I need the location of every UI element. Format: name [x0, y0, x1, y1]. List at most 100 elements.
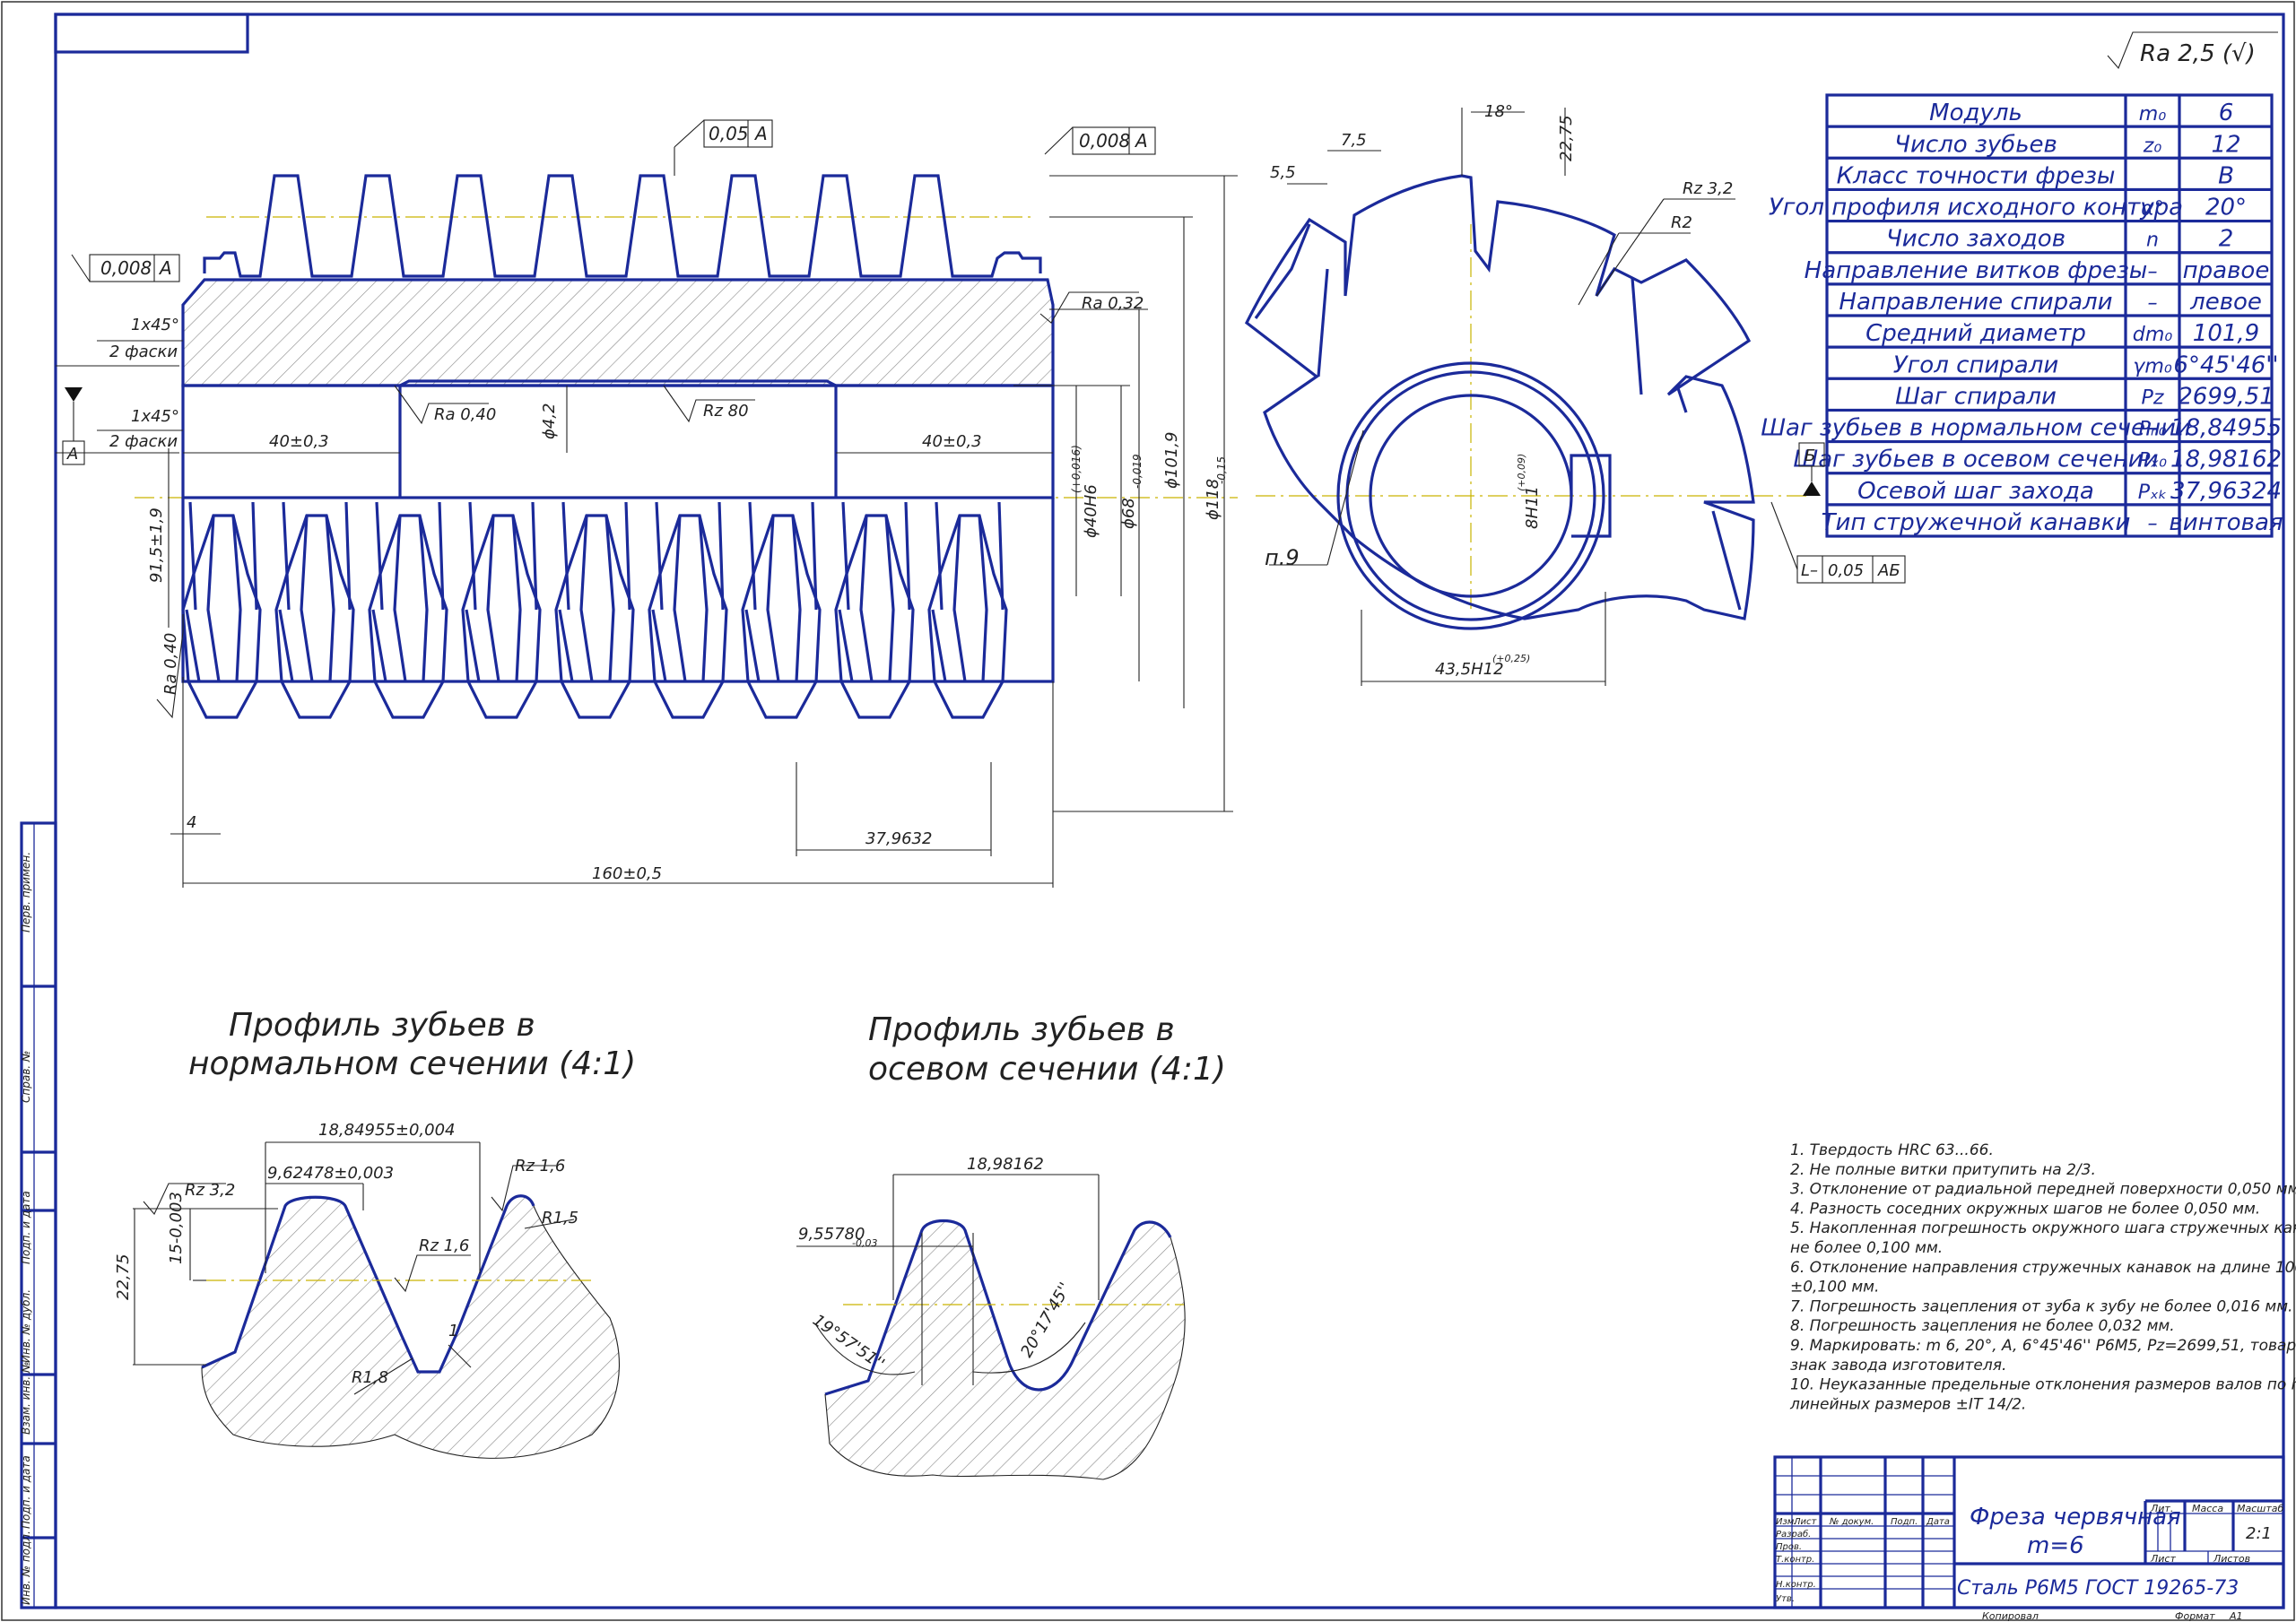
note-line: 3. Отклонение от радиальной передней пов…	[1790, 1181, 2296, 1199]
chamfer1b: 2 фаски	[109, 343, 178, 361]
helical-tooth	[927, 514, 1008, 719]
helical-tooth	[741, 514, 822, 719]
strip-label: Взам. инв. №	[20, 1362, 32, 1435]
note-line: 10. Неуказанные предельные отклонения ра…	[1790, 1376, 2296, 1394]
profile-axial-title2: осевом сечении (4:1)	[868, 1051, 1226, 1088]
tol3-value: 0,008	[100, 257, 152, 279]
dim-55: 5,5	[1270, 163, 1296, 182]
parameter-table: Модуль m₀ 6 Число зубьев z₀ 12 Класс точности …	[1761, 93, 2283, 538]
note-line: 4. Разность соседних окружных шагов не б…	[1790, 1200, 2260, 1218]
param-value: 18,84955	[2170, 415, 2282, 442]
tol3-base: A	[158, 257, 172, 279]
thread-profile	[203, 174, 1042, 278]
ra040: Ra 0,40	[434, 405, 496, 424]
pa-half-tol: -0,03	[852, 1237, 877, 1249]
stamp-material: Сталь Р6М5 ГОСТ 19265-73	[1957, 1577, 2239, 1600]
pn-r15: R1,5	[542, 1209, 578, 1227]
param-symbol: Pz	[2142, 386, 2164, 409]
param-symbol: –	[2147, 260, 2157, 283]
stamp-title1: Фреза червячная	[1970, 1504, 2181, 1531]
strip-label: Подп. и дата	[20, 1191, 32, 1264]
helical-tooth	[274, 514, 355, 719]
note-line: 6. Отклонение направления стружечных кан…	[1790, 1259, 2296, 1277]
param-name: Число зубьев	[1894, 131, 2057, 158]
stamp-podp: Подп.	[1891, 1517, 1918, 1527]
stamp-format: Формат	[2175, 1610, 2215, 1622]
drawing-sheet: Перв. примен. Справ. № Подп. и дата Инв.…	[1, 1, 2296, 1622]
pn-rz16b: Rz 1,6	[515, 1157, 565, 1175]
roughness-text: Ra 2,5 (√)	[2140, 40, 2256, 67]
pn-half: 9,62478±0,003	[267, 1164, 394, 1183]
chamfer1: 1x45°	[131, 316, 179, 334]
param-value: 18,98162	[2170, 447, 2282, 473]
profile-normal-title1: Профиль зубьев в	[229, 1007, 535, 1044]
note-line: линейных размеров ±IT 14/2.	[1789, 1395, 2026, 1413]
runout-base: АБ	[1877, 561, 1900, 580]
stamp-format-val: A1	[2229, 1610, 2243, 1622]
stamp-scale: Масштаб	[2237, 1503, 2283, 1514]
stamp-prov: Пров.	[1776, 1542, 1802, 1552]
param-symbol: α°	[2141, 197, 2164, 221]
param-symbol: m₀	[2139, 102, 2167, 126]
strip-label: Подп. и дата	[20, 1455, 32, 1529]
pn-r18: R1,8	[352, 1368, 388, 1387]
helical-tooth	[461, 514, 542, 719]
pn-one: 1	[448, 1322, 458, 1340]
lower-teeth	[181, 501, 1008, 719]
param-symbol: Pₓₖ	[2138, 481, 2168, 504]
profile-axial	[796, 1174, 1186, 1480]
key-width: 8H11	[1523, 486, 1542, 529]
base-a: A	[66, 445, 78, 464]
param-name: Шаг зубьев в осевом сечении	[1793, 447, 2158, 473]
end-view-labels: 18° 22,75 7,5 5,5 Rz 3,2 R2 Б 8H11 (+0,0…	[1265, 102, 1900, 679]
rz32: Rz 3,2	[1683, 179, 1733, 198]
param-symbol: –	[2147, 512, 2157, 535]
ra032: Ra 0,32	[1082, 294, 1144, 313]
total-length: 160±0,5	[592, 864, 662, 883]
dim-75: 7,5	[1341, 131, 1367, 150]
pn-h15: 15-0,003	[167, 1192, 186, 1264]
param-value: 37,96324	[2170, 478, 2282, 505]
param-name: Шаг зубьев в нормальном сечении	[1761, 415, 2191, 442]
d91: 91,5±1,9	[147, 507, 166, 583]
d68-tol: -0,019	[1131, 454, 1144, 489]
stamp-kopiroval: Копировал	[1982, 1610, 2039, 1622]
len-left: 40±0,3	[269, 432, 329, 451]
angle-18: 18°	[1484, 102, 1513, 121]
stamp-sheet: Лист	[2150, 1553, 2176, 1565]
param-value: 101,9	[2193, 320, 2259, 347]
len-right: 40±0,3	[922, 432, 982, 451]
param-name: Шаг спирали	[1895, 383, 2057, 410]
stamp-tkontr: Т.контр.	[1776, 1555, 1814, 1565]
profile-normal-title2: нормальном сечении (4:1)	[188, 1045, 636, 1082]
note-line: 5. Накопленная погрешность окружного шаг…	[1790, 1219, 2296, 1237]
stamp-ndoc: № докум.	[1829, 1517, 1874, 1527]
param-name: Осевой шаг захода	[1857, 478, 2094, 505]
strip-label: Перв. примен.	[20, 852, 32, 932]
param-value: 20°	[2205, 195, 2247, 221]
rz80: Rz 80	[703, 402, 749, 421]
param-symbol: γm₀	[2133, 354, 2172, 377]
stamp-utv: Утв.	[1776, 1594, 1795, 1604]
param-name: Класс точности фрезы	[1837, 162, 2116, 189]
r2: R2	[1671, 213, 1692, 232]
tol1-value: 0,05	[709, 123, 749, 144]
stamp-razrab: Разраб.	[1776, 1529, 1811, 1540]
param-name: Угол профиля исходного контура	[1769, 195, 2183, 221]
base-b: Б	[1805, 447, 1815, 465]
tol1-base: A	[753, 123, 768, 144]
param-name: Средний диаметр	[1866, 320, 2086, 347]
stamp-data: Дата	[1926, 1517, 1950, 1527]
stamp-sheets: Листов	[2213, 1553, 2250, 1565]
tol2-base: A	[1134, 130, 1148, 152]
d42: ϕ4,2	[540, 403, 559, 440]
param-value: 6°45'46''	[2173, 351, 2278, 378]
pn-pitch: 18,84955±0,004	[318, 1121, 456, 1140]
param-name: Направление спирали	[1839, 289, 2112, 316]
pitch-dim: 37,9632	[865, 829, 932, 848]
pa-ang1: 19°57'51''	[809, 1311, 888, 1374]
strip-label: Инв. № подл.	[20, 1531, 32, 1605]
helical-tooth	[648, 514, 728, 719]
pn-rz16a: Rz 1,6	[419, 1236, 469, 1255]
param-name: Модуль	[1929, 100, 2022, 126]
